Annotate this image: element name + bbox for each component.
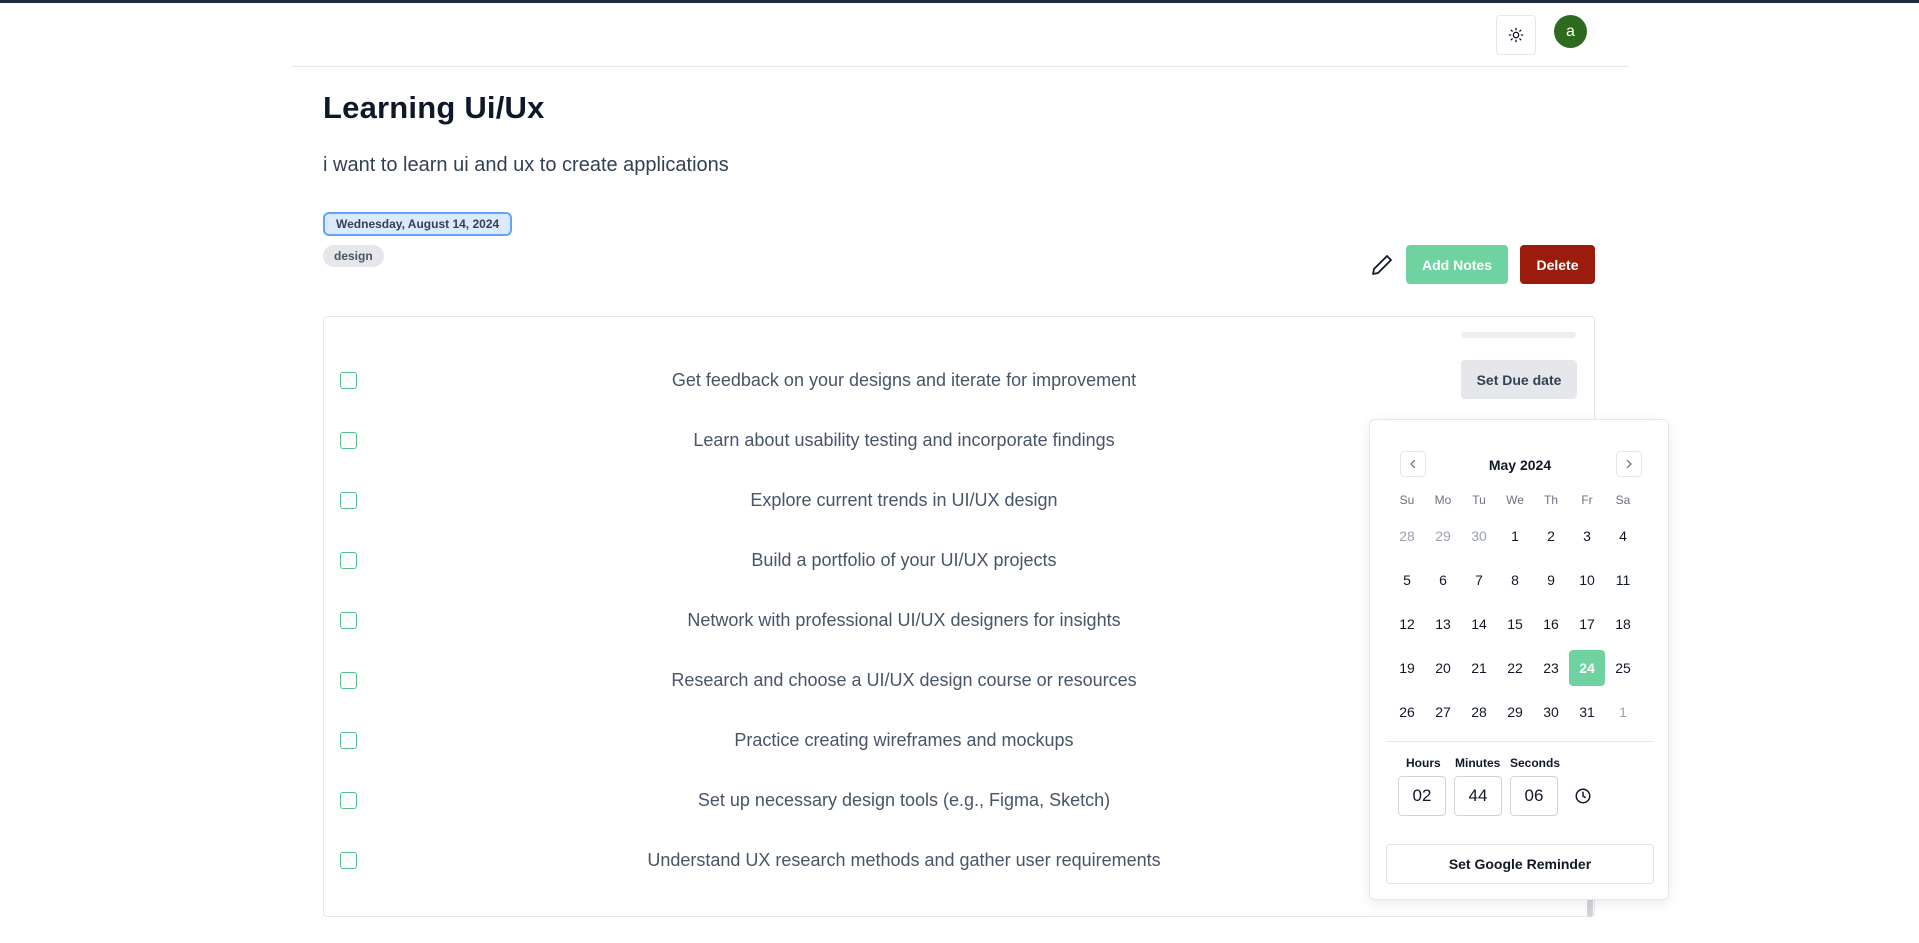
calendar-day[interactable]: 18 [1605, 606, 1641, 642]
calendar-day[interactable]: 30 [1533, 694, 1569, 730]
hours-input[interactable]: 02 [1398, 776, 1446, 816]
task-checkbox[interactable] [340, 372, 357, 389]
calendar-day[interactable]: 1 [1497, 518, 1533, 554]
calendar-day[interactable]: 20 [1425, 650, 1461, 686]
minutes-input[interactable]: 44 [1454, 776, 1502, 816]
calendar-day[interactable]: 29 [1497, 694, 1533, 730]
task-checkbox[interactable] [340, 432, 357, 449]
task-text: Research and choose a UI/UX design cours… [671, 670, 1137, 690]
set-due-date-button[interactable]: Set Due date [1461, 360, 1577, 399]
pencil-icon [1372, 255, 1392, 275]
task-text: Network with professional UI/UX designer… [687, 610, 1121, 630]
calendar-day[interactable]: 24 [1569, 650, 1605, 686]
calendar-day[interactable]: 8 [1497, 562, 1533, 598]
calendar-day[interactable]: 28 [1461, 694, 1497, 730]
calendar-day[interactable]: 14 [1461, 606, 1497, 642]
task-checkbox[interactable] [340, 852, 357, 869]
calendar-day[interactable]: 15 [1497, 606, 1533, 642]
calendar-day[interactable]: 2 [1533, 518, 1569, 554]
tag-badge: design [323, 245, 384, 267]
weekday-header: Su [1399, 493, 1415, 507]
weekday-header: Mo [1434, 493, 1452, 507]
task-text: Understand UX research methods and gathe… [647, 850, 1161, 870]
weekday-header: We [1506, 493, 1524, 507]
due-date-picker: May 2024 Hours Minutes Seconds 02 44 06 … [1369, 419, 1669, 900]
calendar-day[interactable]: 17 [1569, 606, 1605, 642]
calendar-day[interactable]: 13 [1425, 606, 1461, 642]
minutes-label: Minutes [1455, 756, 1501, 770]
add-notes-button[interactable]: Add Notes [1406, 245, 1508, 284]
calendar-day[interactable]: 29 [1425, 518, 1461, 554]
seconds-label: Seconds [1510, 756, 1561, 770]
calendar-day[interactable]: 30 [1461, 518, 1497, 554]
weekday-header: Tu [1472, 493, 1486, 507]
task-checkbox[interactable] [340, 552, 357, 569]
next-month-button[interactable] [1616, 451, 1642, 477]
sun-icon [1508, 27, 1524, 43]
task-text: Set up necessary design tools (e.g., Fig… [697, 790, 1111, 810]
hours-label: Hours [1406, 756, 1441, 770]
chevron-right-icon [1626, 459, 1632, 469]
calendar-day[interactable]: 21 [1461, 650, 1497, 686]
task-checkbox[interactable] [340, 732, 357, 749]
calendar-day[interactable]: 10 [1569, 562, 1605, 598]
calendar-day[interactable]: 3 [1569, 518, 1605, 554]
edit-button[interactable] [1368, 251, 1396, 279]
calendar-day[interactable]: 27 [1425, 694, 1461, 730]
weekday-header: Sa [1615, 493, 1631, 507]
calendar-day[interactable]: 11 [1605, 562, 1641, 598]
calendar-day[interactable]: 12 [1389, 606, 1425, 642]
list-top-bar [1461, 332, 1576, 338]
task-checkbox[interactable] [340, 612, 357, 629]
seconds-input[interactable]: 06 [1510, 776, 1558, 816]
set-google-reminder-button[interactable]: Set Google Reminder [1386, 844, 1654, 884]
task-checkbox[interactable] [340, 492, 357, 509]
calendar-day[interactable]: 7 [1461, 562, 1497, 598]
task-checkbox[interactable] [340, 792, 357, 809]
task-text: Build a portfolio of your UI/UX projects [751, 550, 1057, 570]
top-header: a [291, 3, 1628, 67]
weekday-header: Fr [1581, 493, 1593, 507]
weekday-header: Th [1543, 493, 1558, 507]
page-description: i want to learn ui and ux to create appl… [323, 154, 729, 176]
calendar-day[interactable]: 28 [1389, 518, 1425, 554]
calendar-day[interactable]: 1 [1605, 694, 1641, 730]
calendar-day[interactable]: 9 [1533, 562, 1569, 598]
page-title: Learning Ui/Ux [323, 90, 545, 125]
scrollbar[interactable] [1587, 897, 1593, 917]
calendar-day[interactable]: 4 [1605, 518, 1641, 554]
user-avatar[interactable]: a [1554, 15, 1587, 48]
task-text: Learn about usability testing and incorp… [693, 430, 1115, 450]
divider [1386, 741, 1654, 742]
calendar-day[interactable]: 23 [1533, 650, 1569, 686]
calendar-day[interactable]: 26 [1389, 694, 1425, 730]
clock-icon [1575, 788, 1591, 804]
calendar-day[interactable]: 19 [1389, 650, 1425, 686]
task-text: Get feedback on your designs and iterate… [671, 370, 1137, 390]
calendar-day[interactable]: 31 [1569, 694, 1605, 730]
date-badge: Wednesday, August 14, 2024 [323, 212, 513, 236]
task-item: Get feedback on your designs and iterate… [324, 360, 1596, 400]
task-checkbox[interactable] [340, 672, 357, 689]
theme-toggle-button[interactable] [1496, 15, 1536, 55]
calendar-day[interactable]: 25 [1605, 650, 1641, 686]
task-text: Explore current trends in UI/UX design [750, 490, 1058, 510]
delete-button[interactable]: Delete [1520, 245, 1595, 284]
calendar-day[interactable]: 5 [1389, 562, 1425, 598]
calendar-day[interactable]: 22 [1497, 650, 1533, 686]
calendar-day[interactable]: 16 [1533, 606, 1569, 642]
calendar-day[interactable]: 6 [1425, 562, 1461, 598]
task-text: Practice creating wireframes and mockups [734, 730, 1074, 750]
